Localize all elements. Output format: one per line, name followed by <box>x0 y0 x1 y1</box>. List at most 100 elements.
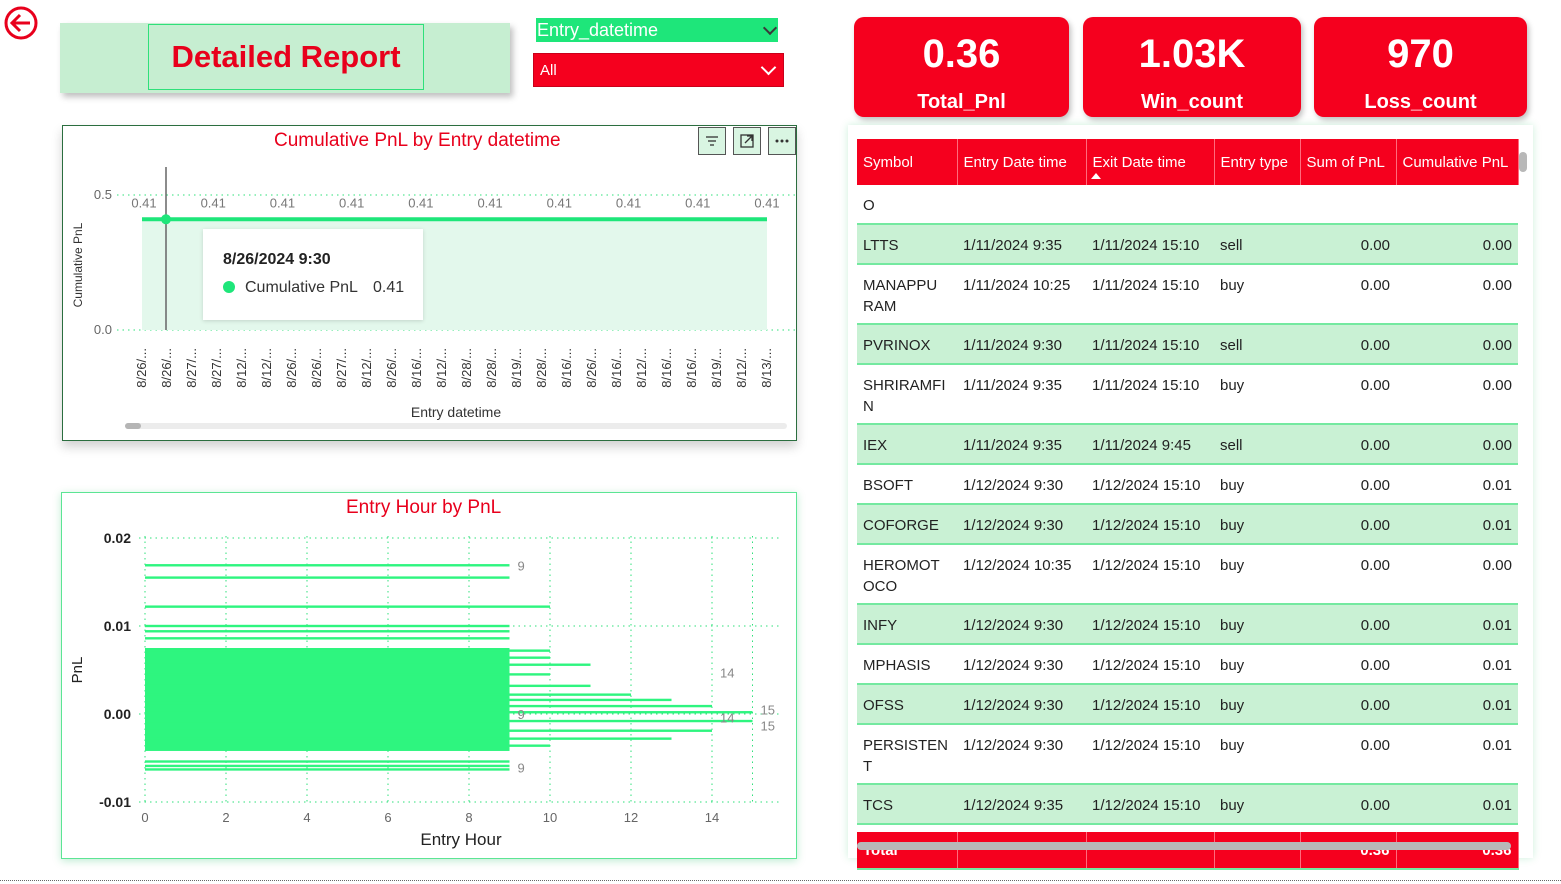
cumulative-pnl-plot[interactable]: 0.5 0.0 0.41 0.41 0.41 0.41 0.41 0.41 0.41 0.41 0.… <box>62 125 797 441</box>
y-tick-label: 0.01 <box>104 618 131 634</box>
table-cell-sum-pnl: 0.00 <box>1300 464 1396 505</box>
table-cell-entry-type: buy <box>1214 604 1300 645</box>
horizontal-scrollbar-thumb <box>125 423 141 429</box>
entry-hour-plot[interactable]: 0 2 4 6 8 10 12 14 0.02 0.01 0.00 -0.01 9 14 9 14 1515 9 P… <box>61 492 797 859</box>
x-tick-label: 2 <box>222 810 229 825</box>
table-row[interactable]: INFY 1/12/2024 9:30 1/12/2024 15:10 buy 0.00… <box>857 604 1518 645</box>
x-tick-label: 8/12/... <box>359 348 374 388</box>
x-tick-label: 12 <box>624 810 638 825</box>
cell-text: 1/11/2024 15:10 <box>1092 377 1200 394</box>
cell-text: sell <box>1220 337 1243 354</box>
back-arrow-icon[interactable] <box>3 5 39 41</box>
table-row[interactable]: IEX 1/11/2024 9:35 1/11/2024 9:45 sell 0.00 0… <box>857 424 1518 465</box>
column-header-sum-pnl[interactable]: Sum of PnL <box>1300 139 1397 185</box>
table-cell-cumulative-pnl: 0.00 <box>1396 424 1518 465</box>
table-row[interactable]: BSOFT 1/12/2024 9:30 1/12/2024 15:10 buy 0.0… <box>857 464 1518 505</box>
bar <box>145 564 510 567</box>
cell-text: 0.00 <box>1360 557 1390 574</box>
table-row[interactable]: O <box>857 185 1518 225</box>
table-cell-entry-type: buy <box>1214 724 1300 785</box>
table-row[interactable]: MPHASIS 1/12/2024 9:30 1/12/2024 15:10 buy 0… <box>857 644 1518 685</box>
cell-text: 0.00 <box>1482 277 1512 294</box>
column-header-exit-datetime[interactable]: Exit Date time <box>1086 139 1215 185</box>
table-cell-sum-pnl: 0.00 <box>1300 504 1396 545</box>
slicer-selected-value: All <box>540 62 557 79</box>
column-header-entry-datetime[interactable]: Entry Date time <box>957 139 1087 185</box>
cell-text: 0.00 <box>1482 557 1512 574</box>
table-cell-exit-datetime: 1/12/2024 15:10 <box>1086 684 1214 725</box>
slicer-field-label: Entry_datetime <box>537 20 659 40</box>
table-cell-entry-type: buy <box>1214 544 1300 605</box>
bar <box>145 624 510 628</box>
table-cell-exit-datetime: 1/11/2024 15:10 <box>1086 264 1214 325</box>
table-cell-sum-pnl: 0.00 <box>1300 644 1396 685</box>
cell-text: 0.01 <box>1482 797 1512 814</box>
cell-text: 1/12/2024 15:10 <box>1092 697 1201 714</box>
cell-text: 1/11/2024 9:35 <box>963 437 1062 454</box>
table-row[interactable]: HEROMOT OCO 1/12/2024 10:35 1/12/2024 15:1… <box>857 544 1518 605</box>
data-label: 0.41 <box>754 195 779 210</box>
table-horizontal-scrollbar[interactable] <box>857 842 1511 850</box>
table-row[interactable]: PVRINOX 1/11/2024 9:30 1/11/2024 15:10 sell… <box>857 324 1518 365</box>
cell-text: 1/11/2024 9:35 <box>963 237 1062 254</box>
table-row[interactable]: OFSS 1/12/2024 9:30 1/12/2024 15:10 buy 0.00… <box>857 684 1518 725</box>
bar <box>145 673 550 676</box>
table-total-row: Total 0.36 0.36 <box>857 832 1519 870</box>
x-tick-label: 8/26/... <box>584 348 599 388</box>
total-empty-cell <box>957 832 1087 870</box>
y-tick-label: 0.5 <box>94 187 112 202</box>
cell-text: IEX <box>863 437 888 454</box>
table-cell-entry-datetime: 1/11/2024 9:35 <box>957 364 1086 425</box>
table-vertical-scrollbar[interactable] <box>1519 152 1527 172</box>
cell-text: buy <box>1220 557 1245 574</box>
table-row[interactable]: SHRIRAMFI N 1/11/2024 9:35 1/11/2024 15:10… <box>857 364 1518 425</box>
cell-text: 0.00 <box>1360 477 1390 494</box>
cell-text: MANAPPU RAM <box>863 277 938 315</box>
cell-text: 0.01 <box>1482 477 1512 494</box>
table-row[interactable]: PERSISTEN T 1/12/2024 9:30 1/12/2024 15:10… <box>857 724 1518 785</box>
cell-text: 1/12/2024 15:10 <box>1092 797 1201 814</box>
cell-text: 1/12/2024 15:10 <box>1092 617 1201 634</box>
slicer-field-dropdown[interactable]: Entry_datetime <box>536 18 778 42</box>
cell-text: buy <box>1220 797 1245 814</box>
total-empty-cell <box>1086 832 1215 870</box>
x-tick-label: 8/26/... <box>284 348 299 388</box>
x-tick-label: 8/19/... <box>709 348 724 388</box>
column-header-symbol[interactable]: Symbol <box>857 139 958 185</box>
x-tick-label: 8/16/... <box>659 348 674 388</box>
table-cell-entry-type: sell <box>1214 324 1300 365</box>
table-cell-symbol: INFY <box>857 604 957 645</box>
column-header-entry-type[interactable]: Entry type <box>1214 139 1301 185</box>
table-cell-cumulative-pnl: 0.00 <box>1396 364 1518 425</box>
x-tick-label: 0 <box>141 810 148 825</box>
cell-text: 0.00 <box>1360 737 1390 754</box>
bar <box>145 698 672 702</box>
table-cell-entry-datetime: 1/11/2024 10:25 <box>957 264 1086 325</box>
table-cell-sum-pnl: 0.00 <box>1300 684 1396 725</box>
data-label: 0.41 <box>477 195 502 210</box>
cell-text: buy <box>1220 697 1245 714</box>
table-cell-entry-datetime: 1/12/2024 9:30 <box>957 604 1086 645</box>
cell-text: 1/12/2024 9:30 <box>963 697 1064 714</box>
cell-text: PERSISTEN T <box>863 737 949 775</box>
x-tick-label: 8/28/... <box>484 348 499 388</box>
cell-text: SHRIRAMFI N <box>863 377 946 415</box>
bar <box>145 764 510 768</box>
series-point <box>161 214 171 225</box>
slicer-value-dropdown[interactable]: All <box>533 53 784 87</box>
column-header-cumulative-pnl[interactable]: Cumulative PnL <box>1396 139 1519 185</box>
tooltip-value: 0.41 <box>373 279 405 296</box>
y-tick-label: -0.01 <box>99 794 131 810</box>
table-row[interactable]: MANAPPU RAM 1/11/2024 10:25 1/11/2024 15:1… <box>857 264 1518 325</box>
data-label: 0.41 <box>616 195 641 210</box>
cell-text: 0.00 <box>1360 657 1390 674</box>
table-row[interactable]: LTTS 1/11/2024 9:35 1/11/2024 15:10 sell 0.0… <box>857 224 1518 265</box>
table-cell-cumulative-pnl <box>1396 185 1518 225</box>
x-tick-label: 8/28/... <box>534 348 549 388</box>
table-row[interactable]: TCS 1/12/2024 9:35 1/12/2024 15:10 buy 0.00 0… <box>857 784 1518 825</box>
table-cell-entry-datetime: 1/12/2024 10:35 <box>957 544 1086 605</box>
table-cell-cumulative-pnl: 0.01 <box>1396 644 1518 685</box>
table-cell-sum-pnl: 0.00 <box>1300 724 1396 785</box>
title-frame: Detailed Report <box>148 24 424 90</box>
table-row[interactable]: COFORGE 1/12/2024 9:30 1/12/2024 15:10 buy 0… <box>857 504 1518 545</box>
